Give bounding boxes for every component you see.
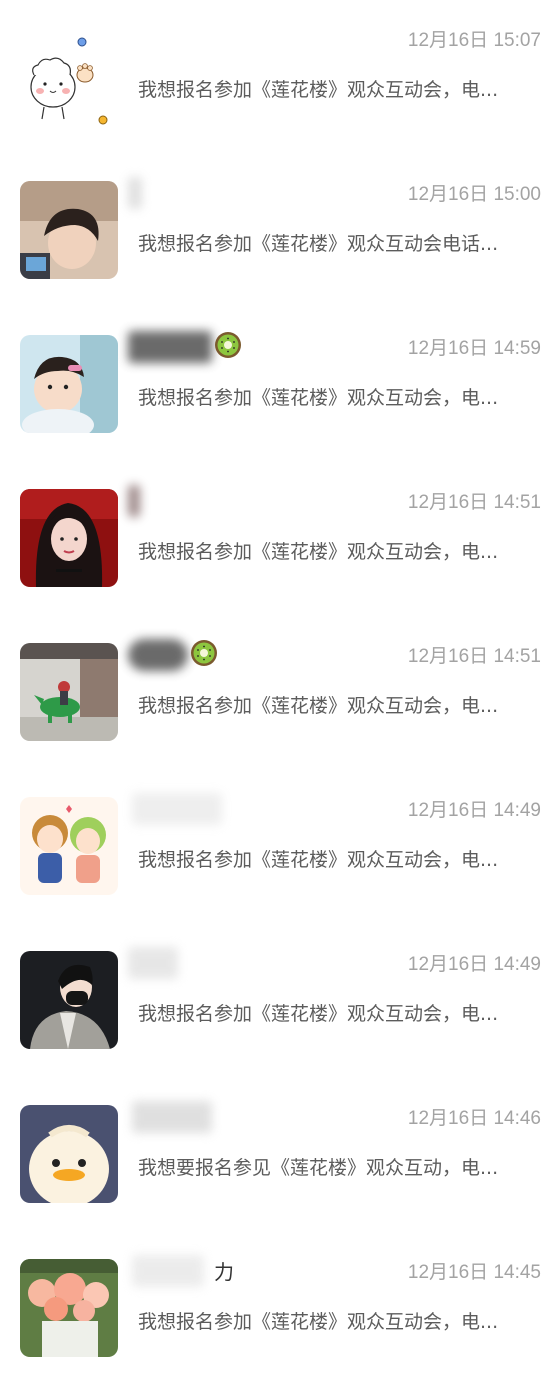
avatar[interactable]: [20, 1105, 118, 1203]
message-preview: 我想报名参加《莲花楼》观众互动会，电...: [138, 849, 499, 871]
contact-name: [128, 328, 368, 363]
redacted-name: [132, 793, 222, 825]
avatar[interactable]: [20, 181, 118, 279]
message-preview: 我想报名参加《莲花楼》观众互动会，电...: [138, 1311, 499, 1333]
contact-name-text: 力: [214, 1260, 234, 1284]
blue-dot-icon: [77, 37, 87, 47]
list-item[interactable]: 力 12月16日 14:45 我想报名参加《莲花楼》观众互动会，电...: [0, 1232, 554, 1386]
message-time: 12月16日 14:49: [407, 800, 541, 821]
list-item[interactable]: 12月16日 15:07 我想报名参加《莲花楼》观众互动会，电...: [0, 0, 554, 154]
avatar[interactable]: [20, 797, 118, 895]
message-list: 12月16日 15:07 我想报名参加《莲花楼》观众互动会，电... 12月16…: [0, 0, 554, 1371]
redacted-name: [128, 331, 212, 363]
contact-name: [128, 1098, 368, 1133]
avatar[interactable]: [20, 335, 118, 433]
message-preview: 我想报名参加《莲花楼》观众互动会电话...: [138, 233, 499, 255]
list-item[interactable]: 12月16日 14:59 我想报名参加《莲花楼》观众互动会，电...: [0, 308, 554, 462]
message-time: 12月16日 14:46: [407, 1108, 541, 1129]
message-preview: 我想报名参加《莲花楼》观众互动会，电...: [138, 695, 499, 717]
message-time: 12月16日 14:49: [407, 954, 541, 975]
avatar[interactable]: [20, 643, 118, 741]
kiwi-emoji-icon: [215, 332, 241, 358]
contact-name: [128, 482, 368, 517]
message-preview: 我想报名参加《莲花楼》观众互动会，电...: [138, 387, 499, 409]
list-item[interactable]: 12月16日 14:51 我想报名参加《莲花楼》观众互动会，电...: [0, 616, 554, 770]
message-time: 12月16日 15:07: [407, 30, 541, 51]
redacted-name: [128, 639, 188, 671]
list-item[interactable]: 12月16日 14:51 我想报名参加《莲花楼》观众互动会，电...: [0, 462, 554, 616]
list-item[interactable]: 12月16日 14:49 我想报名参加《莲花楼》观众互动会，电...: [0, 924, 554, 1078]
message-time: 12月16日 14:59: [407, 338, 541, 359]
message-preview: 我想要报名参见《莲花楼》观众互动，电...: [138, 1157, 499, 1179]
contact-name: 力: [128, 1252, 368, 1287]
redacted-name: [128, 177, 142, 209]
redacted-name: [128, 485, 140, 517]
contact-name: [128, 636, 368, 671]
contact-name: [128, 20, 368, 52]
avatar[interactable]: [20, 951, 118, 1049]
redacted-name: [132, 1255, 204, 1287]
message-time: 12月16日 14:51: [407, 646, 541, 667]
message-preview: 我想报名参加《莲花楼》观众互动会，电...: [138, 541, 499, 563]
orange-dot-icon: [98, 115, 108, 125]
redacted-name: [132, 1101, 212, 1133]
avatar[interactable]: [20, 27, 118, 125]
contact-name: [128, 174, 368, 209]
redacted-name: [128, 947, 178, 979]
message-time: 12月16日 15:00: [407, 184, 541, 205]
contact-name: [128, 944, 368, 979]
avatar[interactable]: [20, 489, 118, 587]
list-item[interactable]: 12月16日 14:46 我想要报名参见《莲花楼》观众互动，电...: [0, 1078, 554, 1232]
list-item[interactable]: 12月16日 14:49 我想报名参加《莲花楼》观众互动会，电...: [0, 770, 554, 924]
avatar[interactable]: [20, 1259, 118, 1357]
contact-name: [128, 790, 368, 825]
message-preview: 我想报名参加《莲花楼》观众互动会，电...: [138, 79, 499, 101]
kiwi-emoji-icon: [191, 640, 217, 666]
message-time: 12月16日 14:51: [407, 492, 541, 513]
list-item[interactable]: 12月16日 15:00 我想报名参加《莲花楼》观众互动会电话...: [0, 154, 554, 308]
message-time: 12月16日 14:45: [407, 1262, 541, 1283]
message-preview: 我想报名参加《莲花楼》观众互动会，电...: [138, 1003, 499, 1025]
